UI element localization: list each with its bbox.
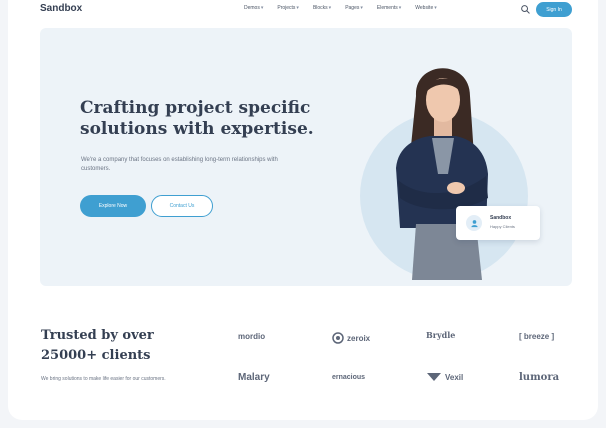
client-logo: [ breeze ]	[519, 332, 554, 341]
contact-button[interactable]: Contact Us	[151, 195, 213, 217]
client-logo-text: [ breeze ]	[519, 332, 555, 341]
chevron-down-icon: ▾	[260, 5, 264, 11]
clients-description: We bring solutions to make life easier f…	[41, 376, 166, 382]
nav-item-label: Demos	[244, 5, 260, 11]
client-logo: mordio	[238, 332, 265, 341]
sign-in-button[interactable]: Sign In	[536, 2, 572, 17]
client-logo-text: Malary	[238, 372, 270, 383]
card-subtitle: Happy Clients	[490, 224, 515, 229]
page: Sandbox Demos▾ Projects▾ Blocks▾ Pages▾ …	[8, 0, 598, 420]
client-logo: ernacious	[332, 374, 365, 381]
clients-title: Trusted by over 25000+ clients	[41, 328, 154, 363]
chevron-down-icon: ▾	[434, 5, 437, 11]
user-icon	[470, 219, 478, 227]
nav-item-label: Elements	[376, 5, 398, 11]
client-logo-text: Vexil	[445, 372, 464, 382]
happy-clients-card: Sandbox Happy Clients	[456, 206, 540, 240]
site-logo[interactable]: Sandbox	[40, 3, 82, 14]
nav-item-label: Website	[415, 5, 434, 11]
nav-item-label: Projects	[277, 5, 296, 11]
shield-icon	[427, 373, 441, 381]
nav-item-projects[interactable]: Projects▾	[277, 5, 299, 11]
client-logo-text: Brydle	[426, 330, 456, 340]
client-logo: lumora	[519, 372, 559, 383]
card-title: Sandbox	[490, 215, 512, 221]
client-logo: Malary	[238, 372, 270, 383]
chevron-down-icon: ▾	[398, 5, 402, 11]
portrait-image	[360, 68, 528, 280]
client-logo: zeroix	[332, 332, 370, 344]
chevron-down-icon: ▾	[360, 5, 363, 11]
client-logo-text: zeroix	[347, 333, 371, 343]
chevron-down-icon: ▾	[328, 5, 332, 11]
client-logo-text: mordio	[238, 332, 266, 341]
client-logo-text: lumora	[519, 372, 560, 383]
hero-title: Crafting project specific solutions with…	[80, 98, 314, 139]
nav-item-pages[interactable]: Pages▾	[345, 5, 363, 11]
explore-button[interactable]: Explore Now	[80, 195, 146, 217]
client-logo: Vexil	[426, 372, 463, 382]
search-icon[interactable]	[520, 4, 531, 15]
client-logo: Brydle	[426, 330, 455, 340]
nav-item-demos[interactable]: Demos▾	[244, 5, 263, 11]
hero-description: We're a company that focuses on establis…	[81, 157, 278, 172]
user-icon	[466, 215, 482, 231]
nav-item-label: Pages	[345, 5, 360, 11]
chevron-down-icon: ▾	[296, 5, 299, 11]
nav-item-website[interactable]: Website▾	[415, 5, 437, 11]
nav-item-blocks[interactable]: Blocks▾	[313, 5, 331, 11]
target-icon	[332, 332, 344, 344]
hero-section: Crafting project specific solutions with…	[40, 28, 572, 286]
nav-item-elements[interactable]: Elements▾	[377, 5, 401, 11]
site-header: Sandbox Demos▾ Projects▾ Blocks▾ Pages▾ …	[8, 0, 598, 20]
client-logo-text: ernacious	[332, 374, 366, 381]
nav-item-label: Blocks	[312, 5, 328, 11]
main-nav: Demos▾ Projects▾ Blocks▾ Pages▾ Elements…	[244, 5, 437, 11]
